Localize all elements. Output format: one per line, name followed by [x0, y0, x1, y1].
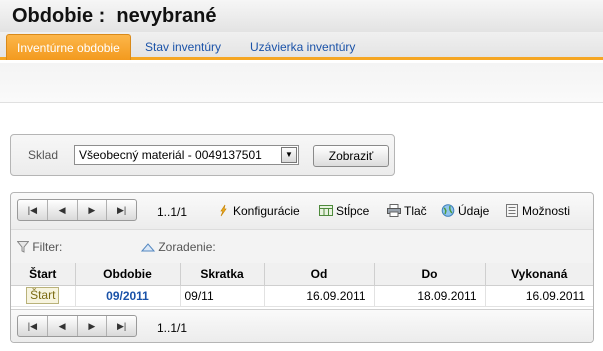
title-bar: Obdobie : nevybrané [0, 0, 603, 34]
sklad-select-value: Všeobecný materiál - 0049137501 [79, 148, 262, 162]
data-grid: |◀ ◀ ▶ ▶| 1..1/1 Konfigurácie Stĺpce Tla… [10, 192, 594, 343]
config-tool-label: Konfigurácie [233, 204, 300, 218]
printer-icon [387, 204, 401, 217]
sort-label: Zoradenie: [158, 240, 216, 254]
globe-icon [441, 204, 455, 217]
next-page-button[interactable]: ▶ [78, 200, 108, 220]
column-header-start[interactable]: Štart [11, 263, 76, 286]
first-page-button[interactable]: |◀ [18, 200, 48, 220]
footer-page-info: 1..1/1 [157, 321, 188, 335]
columns-icon [319, 204, 333, 217]
column-header-od[interactable]: Od [264, 263, 375, 286]
filter-label: Filter: [32, 240, 63, 254]
column-header-skratka[interactable]: Skratka [180, 263, 265, 286]
wrench-icon [216, 204, 230, 217]
cell-skratka: 09/11 [180, 285, 265, 307]
sklad-label: Sklad [28, 148, 59, 162]
chevron-down-icon[interactable]: ▼ [281, 147, 297, 163]
show-button[interactable]: Zobraziť [313, 145, 389, 167]
table-header-row: Štart Obdobie Skratka Od Do Vykonaná [11, 263, 593, 286]
last-page-button[interactable]: ▶| [107, 200, 136, 220]
cell-do: 18.09.2011 [374, 285, 486, 307]
funnel-icon [16, 241, 30, 253]
cell-start: Štart [11, 285, 76, 307]
periods-table: Štart Obdobie Skratka Od Do Vykonaná Šta… [11, 263, 593, 307]
print-tool[interactable]: Tlač [387, 204, 427, 218]
grid-sort[interactable]: Zoradenie: [140, 240, 216, 254]
tab-stav-inventury[interactable]: Stav inventúry [135, 34, 231, 60]
sklad-filter-panel: Sklad Všeobecný materiál - 0049137501 ▼ … [10, 134, 395, 176]
cell-od: 16.09.2011 [264, 285, 375, 307]
footer-prev-page-button[interactable]: ◀ [48, 316, 78, 336]
print-tool-label: Tlač [404, 204, 427, 218]
grid-toolbar: |◀ ◀ ▶ ▶| 1..1/1 Konfigurácie Stĺpce Tla… [11, 193, 593, 229]
grid-subbar: Filter: Zoradenie: [11, 229, 593, 263]
options-tool-label: Možnosti [522, 204, 571, 218]
data-tool-label: Údaje [458, 204, 490, 218]
prev-page-button[interactable]: ◀ [48, 200, 78, 220]
column-header-obdobie[interactable]: Obdobie [75, 263, 181, 286]
options-list-icon [505, 204, 519, 217]
page-title: Obdobie : nevybrané [12, 5, 217, 27]
columns-tool-label: Stĺpce [336, 204, 370, 218]
tab-uzavierka-inventury[interactable]: Uzávierka inventúry [240, 34, 365, 60]
footer-pager: |◀ ◀ ▶ ▶| [17, 315, 137, 337]
pager: |◀ ◀ ▶ ▶| [17, 199, 137, 221]
column-header-vykonana[interactable]: Vykonaná [485, 263, 593, 286]
start-button[interactable]: Štart [26, 287, 60, 304]
page-info: 1..1/1 [157, 205, 188, 219]
grid-footer-bar: |◀ ◀ ▶ ▶| 1..1/1 [11, 309, 593, 342]
options-tool[interactable]: Možnosti [505, 204, 570, 218]
content-header-band [0, 63, 603, 103]
footer-last-page-button[interactable]: ▶| [107, 316, 136, 336]
tab-bar: Inventúrne obdobie Stav inventúry Uzávie… [0, 32, 603, 60]
footer-first-page-button[interactable]: |◀ [18, 316, 48, 336]
footer-next-page-button[interactable]: ▶ [78, 316, 108, 336]
grid-filter[interactable]: Filter: [16, 240, 63, 254]
table-row: Štart 09/2011 09/11 16.09.2011 18.09.201… [11, 285, 593, 307]
data-tool[interactable]: Údaje [441, 204, 489, 218]
tab-inventurne-obdobie[interactable]: Inventúrne obdobie [6, 34, 131, 60]
cell-vykonana: 16.09.2011 [485, 285, 593, 307]
columns-tool[interactable]: Stĺpce [319, 204, 369, 218]
column-header-do[interactable]: Do [374, 263, 486, 286]
cell-obdobie-link[interactable]: 09/2011 [75, 285, 181, 307]
sort-triangle-icon [140, 243, 156, 252]
config-tool[interactable]: Konfigurácie [216, 204, 300, 218]
sklad-select[interactable]: Všeobecný materiál - 0049137501 ▼ [74, 145, 299, 165]
